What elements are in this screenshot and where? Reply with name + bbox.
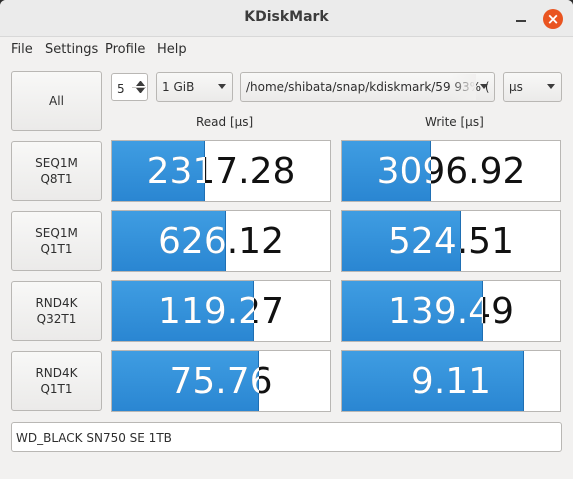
write-result-value-overlay: 9.11	[410, 360, 492, 402]
chevron-down-icon	[547, 84, 555, 89]
device-name: WD_BLACK SN750 SE 1TB	[16, 431, 172, 445]
write-result-clip: 3096.92	[342, 141, 432, 201]
test-label-line1: RND4K	[35, 296, 78, 310]
write-result-clip: 9.11	[342, 351, 524, 411]
write-result: 3096.92 3096.92	[341, 140, 561, 202]
spin-down-icon[interactable]	[136, 88, 145, 93]
test-label-line1: RND4K	[35, 366, 78, 380]
chevron-down-icon	[480, 84, 488, 89]
test-button-rnd4k-q32t1[interactable]: RND4K Q32T1	[11, 281, 102, 341]
all-button[interactable]: All	[11, 71, 102, 131]
size-value: 1 GiB	[162, 80, 195, 94]
test-label-line1: SEQ1M	[35, 226, 78, 240]
menu-profile[interactable]: Profile	[105, 42, 145, 57]
all-button-label: All	[49, 94, 64, 108]
chevron-down-icon	[218, 84, 226, 89]
write-result: 524.51 524.51	[341, 210, 561, 272]
runs-value: 5	[117, 82, 125, 96]
read-column-header: Read [µs]	[196, 115, 254, 129]
read-result-value-overlay: 75.76	[169, 360, 259, 402]
path-fade	[450, 74, 476, 100]
read-result: 2317.28 2317.28	[111, 140, 331, 202]
title-bar: KDiskMark ×	[0, 0, 573, 37]
device-status-field[interactable]: WD_BLACK SN750 SE 1TB	[11, 422, 562, 452]
test-label-line2: Q32T1	[36, 312, 77, 326]
write-result-value-overlay: 524.51	[388, 220, 461, 262]
close-icon[interactable]: ×	[543, 9, 563, 29]
write-result-clip: 139.49	[342, 281, 483, 341]
test-label-line2: Q1T1	[40, 242, 73, 256]
menu-bar: File Settings Profile Help	[0, 38, 573, 62]
write-result-value-overlay: 139.49	[388, 290, 483, 332]
read-result-value-overlay: 626.12	[158, 220, 227, 262]
window-title: KDiskMark	[244, 9, 329, 25]
test-label-line1: SEQ1M	[35, 156, 78, 170]
write-column-header: Write [µs]	[425, 115, 484, 129]
read-result-clip: 75.76	[112, 351, 259, 411]
read-result-clip: 2317.28	[112, 141, 205, 201]
minimize-icon[interactable]	[512, 9, 530, 27]
read-result-value-overlay: 119.27	[158, 290, 254, 332]
read-result: 119.27 119.27	[111, 280, 331, 342]
menu-help[interactable]: Help	[157, 42, 187, 57]
write-result: 139.49 139.49	[341, 280, 561, 342]
test-button-seq1m-q1t1[interactable]: SEQ1M Q1T1	[11, 211, 102, 271]
menu-file[interactable]: File	[11, 42, 33, 57]
spin-up-icon[interactable]	[136, 81, 145, 86]
runs-spinbox[interactable]: 5	[111, 73, 148, 101]
read-result-value-overlay: 2317.28	[146, 150, 205, 192]
write-result-clip: 524.51	[342, 211, 461, 271]
test-label-line2: Q1T1	[40, 382, 73, 396]
read-result-clip: 119.27	[112, 281, 254, 341]
size-select[interactable]: 1 GiB	[156, 72, 233, 102]
test-button-seq1m-q8t1[interactable]: SEQ1M Q8T1	[11, 141, 102, 201]
unit-select[interactable]: µs	[503, 72, 562, 102]
unit-value: µs	[509, 80, 523, 94]
test-button-rnd4k-q1t1[interactable]: RND4K Q1T1	[11, 351, 102, 411]
read-result: 75.76 75.76	[111, 350, 331, 412]
write-result: 9.11 9.11	[341, 350, 561, 412]
read-result: 626.12 626.12	[111, 210, 331, 272]
write-result-value-overlay: 3096.92	[376, 150, 432, 192]
path-select[interactable]: /home/shibata/snap/kdiskmark/59 93% (	[240, 72, 495, 102]
menu-settings[interactable]: Settings	[45, 42, 98, 57]
app-window: KDiskMark × File Settings Profile Help A…	[0, 0, 573, 479]
read-result-clip: 626.12	[112, 211, 226, 271]
test-label-line2: Q8T1	[40, 172, 73, 186]
